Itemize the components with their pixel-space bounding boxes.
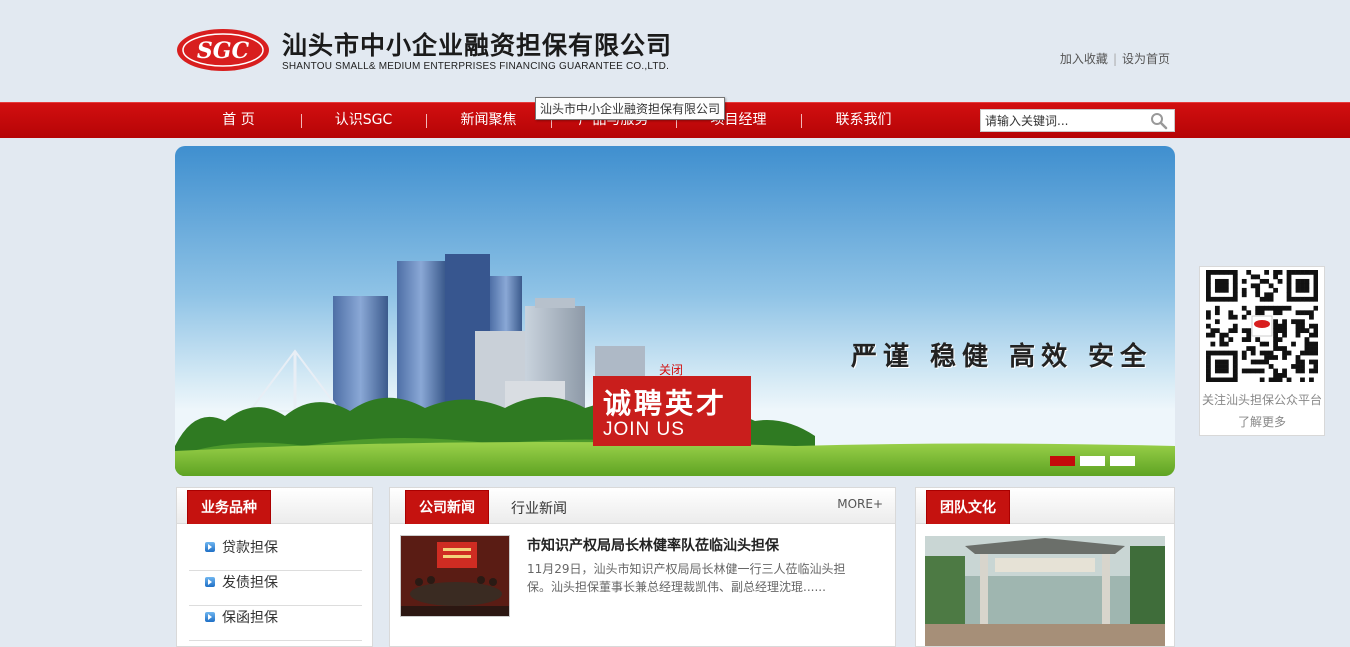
company-logo[interactable]: SGC 汕头市中小企业融资担保有限公司 SHANTOU SMALL& MEDIU… — [176, 26, 706, 78]
tooltip: 汕头市中小企业融资担保有限公司 — [535, 97, 726, 120]
list-item[interactable]: 贷款担保 — [189, 536, 362, 571]
arrow-bullet-icon — [205, 612, 215, 622]
business-panel: 业务品种 贷款担保 发债担保 保函担保 — [176, 487, 373, 647]
recruit-title-cn: 诚聘英才 — [603, 387, 728, 420]
recruit-banner[interactable]: 诚聘英才 JOIN US — [593, 376, 751, 446]
business-panel-header: 业务品种 — [177, 488, 372, 524]
nav-item-home[interactable]: 首 页 — [176, 103, 301, 138]
news-thumbnail[interactable] — [400, 535, 510, 617]
qr-caption: 关注汕头担保公众平台 — [1201, 393, 1322, 407]
sgc-logo-mark: SGC — [177, 29, 269, 71]
link-separator: | — [1112, 52, 1117, 66]
list-item[interactable]: 发债担保 — [189, 571, 362, 606]
search-input[interactable] — [981, 110, 1149, 132]
team-photo[interactable] — [925, 536, 1165, 646]
recruit-title-en: JOIN US — [603, 419, 685, 440]
qr-center-logo — [1254, 320, 1270, 328]
nav-item-contact[interactable]: 联系我们 — [801, 103, 926, 138]
arrow-bullet-icon — [205, 577, 215, 587]
list-item-label: 发债担保 — [222, 575, 278, 591]
company-name-cn: 汕头市中小企业融资担保有限公司 — [282, 31, 673, 60]
banner-slogan: 严谨 稳健 高效 安全 — [851, 342, 1153, 372]
arrow-bullet-icon — [205, 542, 215, 552]
search-box — [980, 109, 1175, 132]
list-item-label: 保函担保 — [222, 610, 278, 626]
business-list: 贷款担保 发债担保 保函担保 — [189, 536, 362, 641]
team-panel-header: 团队文化 — [916, 488, 1174, 524]
svg-text:SGC: SGC — [197, 38, 250, 64]
slide-dot-3[interactable] — [1110, 456, 1135, 466]
tab-company-news[interactable]: 公司新闻 — [405, 490, 489, 524]
meeting-photo — [401, 536, 509, 616]
qr-panel: 关注汕头担保公众平台 了解更多 — [1199, 266, 1325, 436]
team-group-photo — [925, 536, 1165, 646]
business-tab[interactable]: 业务品种 — [187, 490, 271, 524]
list-item-label: 贷款担保 — [222, 540, 278, 556]
tab-industry-news[interactable]: 行业新闻 — [511, 498, 567, 518]
list-item[interactable]: 保函担保 — [189, 606, 362, 641]
team-tab[interactable]: 团队文化 — [926, 490, 1010, 524]
search-icon[interactable] — [1150, 112, 1168, 130]
add-favorite-link[interactable]: 加入收藏 — [1060, 52, 1108, 66]
news-title[interactable]: 市知识产权局局长林健率队莅临汕头担保 — [527, 535, 779, 555]
nav-item-about[interactable]: 认识SGC — [301, 103, 426, 138]
qr-code — [1206, 270, 1318, 382]
team-panel: 团队文化 — [915, 487, 1175, 647]
news-panel-header: 公司新闻 行业新闻 MORE+ — [390, 488, 895, 524]
slide-dot-1[interactable] — [1050, 456, 1075, 466]
top-links: 加入收藏 | 设为首页 — [1060, 50, 1170, 67]
more-link[interactable]: MORE+ — [837, 497, 883, 511]
slide-indicators — [1050, 456, 1135, 466]
slide-dot-2[interactable] — [1080, 456, 1105, 466]
qr-more-link[interactable]: 了解更多 — [1200, 413, 1324, 430]
set-homepage-link[interactable]: 设为首页 — [1122, 52, 1170, 66]
nav-item-news[interactable]: 新闻聚焦 — [426, 103, 551, 138]
news-panel: 公司新闻 行业新闻 MORE+ 市知识产权局局长林健率队莅临汕头担保 11月29… — [389, 487, 896, 647]
news-summary: 11月29日，汕头市知识产权局局长林健一行三人莅临汕头担保。汕头担保董事长兼总经… — [527, 562, 846, 594]
company-name-en: SHANTOU SMALL& MEDIUM ENTERPRISES FINANC… — [282, 61, 670, 72]
